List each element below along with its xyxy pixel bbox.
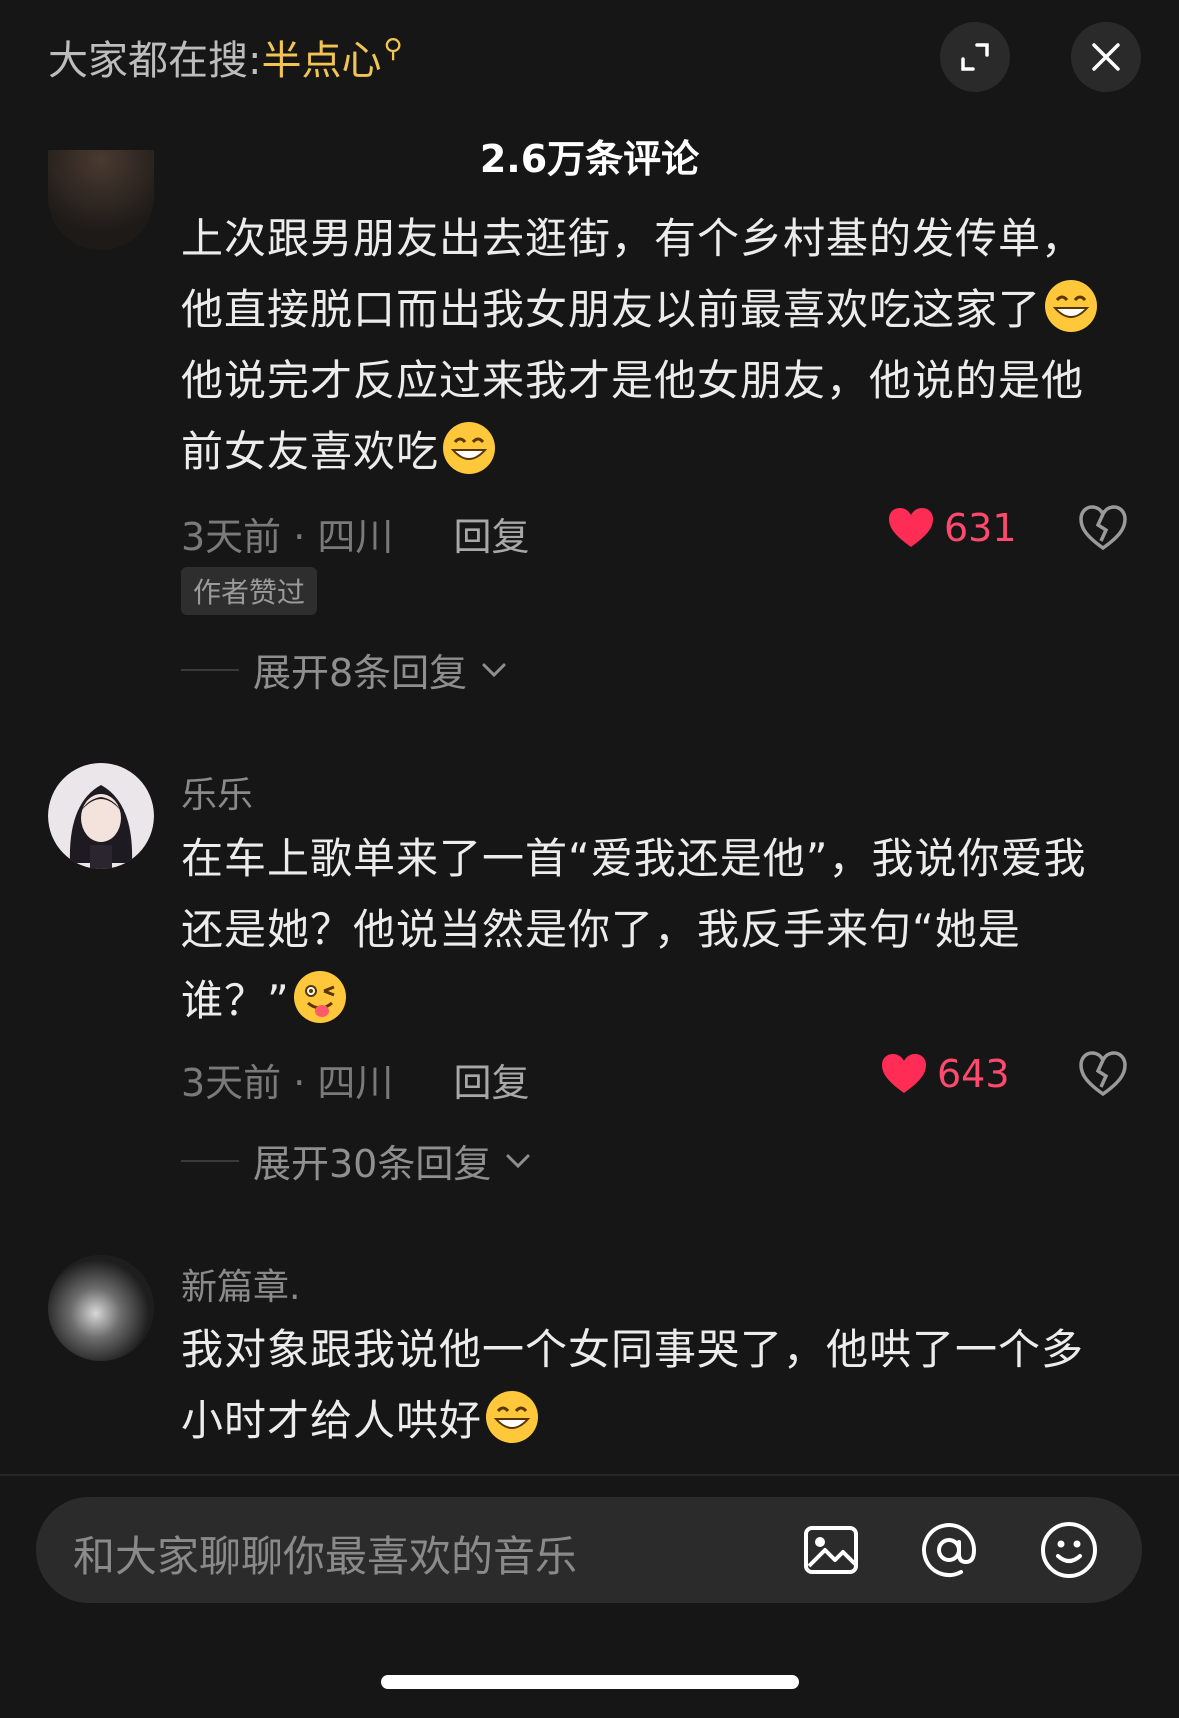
search-prefix: 大家都在搜:	[48, 38, 262, 84]
time-location: 3天前 · 四川	[181, 515, 394, 559]
comment-text: 上次跟男朋友出去逛街，有个乡村基的发传单，他直接脱口而出我女朋友以前最喜欢吃这家…	[181, 203, 1121, 487]
comment-meta: 3天前 · 四川 回复	[181, 1052, 530, 1107]
close-button[interactable]	[1071, 22, 1141, 92]
avatar[interactable]	[48, 150, 154, 250]
divider-line	[181, 668, 239, 671]
grin-emoji-icon	[443, 422, 496, 474]
chevron-down-icon	[482, 663, 506, 677]
heart-icon	[889, 508, 933, 547]
avatar[interactable]	[48, 763, 154, 869]
reply-button[interactable]: 回复	[454, 1061, 530, 1105]
like-button[interactable]: 631	[888, 506, 1017, 550]
expand-replies-label: 展开8条回复	[253, 651, 468, 695]
username[interactable]: 乐乐	[181, 766, 253, 818]
expand-replies-button[interactable]: 展开8条回复	[181, 642, 507, 697]
like-count: 631	[944, 506, 1017, 550]
author-liked-badge: 作者赞过	[181, 567, 318, 615]
comment-meta: 3天前 · 四川 回复	[181, 506, 530, 561]
reply-button[interactable]: 回复	[454, 515, 530, 559]
comment-text-part: 上次跟男朋友出去逛街，有个乡村基的发传单，他直接脱口而出我女朋友以前最喜欢吃这家…	[181, 214, 1085, 334]
expand-replies-label: 展开30条回复	[253, 1142, 492, 1186]
input-divider	[0, 1474, 1179, 1476]
avatar-image	[48, 763, 154, 869]
heart-icon	[882, 1054, 926, 1093]
search-keyword[interactable]: 半点心	[261, 38, 381, 84]
comment-count-title: 2.6万条评论	[479, 137, 700, 181]
like-count: 643	[937, 1052, 1010, 1096]
like-button[interactable]: 643	[881, 1052, 1010, 1096]
grin-emoji-icon	[486, 1391, 539, 1443]
comment-input-placeholder[interactable]: 和大家聊聊你最喜欢的音乐	[73, 1523, 577, 1584]
comment-text: 我对象跟我说他一个女同事哭了，他哄了一个多小时才给人哄好	[181, 1314, 1121, 1456]
avatar[interactable]	[48, 1255, 154, 1361]
at-icon[interactable]	[919, 1520, 979, 1580]
expand-icon	[961, 43, 989, 71]
comment-text-part: 我对象跟我说他一个女同事哭了，他哄了一个多小时才给人哄好	[181, 1325, 1085, 1445]
emoji-icon[interactable]	[1039, 1520, 1099, 1580]
dislike-heart-icon[interactable]	[1078, 503, 1128, 553]
search-suggestion[interactable]: 大家都在搜:半点心⚲	[48, 28, 403, 86]
close-icon	[1092, 43, 1120, 71]
username[interactable]: 新篇章.	[181, 1258, 300, 1310]
expand-replies-button[interactable]: 展开30条回复	[181, 1133, 531, 1188]
chevron-down-icon	[506, 1154, 530, 1168]
comment-text: 在车上歌单来了一首“爱我还是他”，我说你爱我还是她？他说当然是你了，我反手来句“…	[181, 823, 1121, 1036]
time-location: 3天前 · 四川	[181, 1061, 394, 1105]
divider-line	[181, 1159, 239, 1162]
wink-tongue-emoji-icon	[293, 971, 346, 1023]
image-icon[interactable]	[801, 1520, 861, 1580]
grin-emoji-icon	[1045, 280, 1098, 332]
expand-button[interactable]	[940, 22, 1010, 92]
dislike-heart-icon[interactable]	[1078, 1049, 1128, 1099]
comment-text-part: 他说完才反应过来我才是他女朋友，他说的是他前女友喜欢吃	[181, 356, 1085, 476]
search-icon: ⚲	[383, 34, 403, 64]
home-indicator[interactable]	[381, 1675, 799, 1689]
